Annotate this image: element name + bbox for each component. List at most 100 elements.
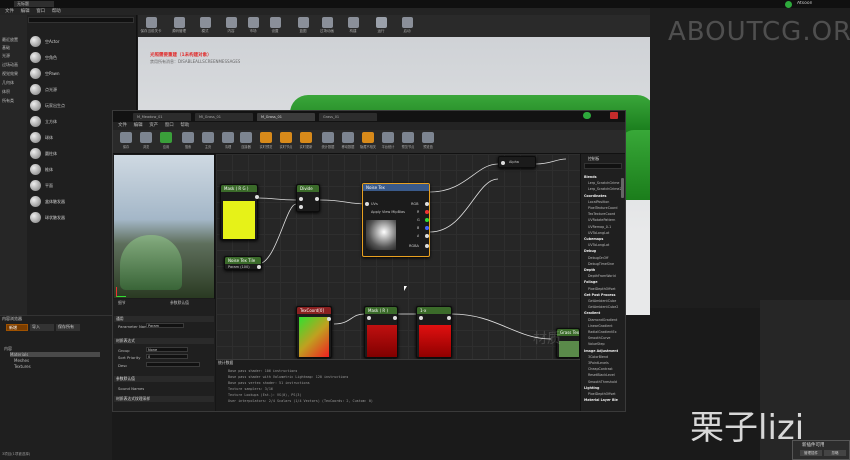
palette-search-input[interactable] [584,163,622,169]
mode-geometry[interactable]: 几何体 [2,80,14,86]
mobile-stats-button[interactable]: 移动数据 [338,132,358,152]
manage-plugins-button[interactable]: 管理插件 [800,450,822,456]
preview-values-button[interactable]: 预览值 [418,132,438,152]
palette-item[interactable]: UVRotatePattern [588,218,622,222]
palette-item[interactable]: DebugOnOff [588,256,622,260]
tree-item-materials[interactable]: Materials [10,352,100,357]
section-texture-sample[interactable]: 材质表达式纹理采样 [114,396,214,402]
palette-category[interactable]: Foliage [584,280,618,284]
input-pin[interactable] [501,161,505,165]
section-param-defaults[interactable]: 参数默认值 [114,376,214,382]
palette-category[interactable]: Blends [584,175,618,179]
details-title[interactable]: 细节 [118,300,126,306]
save-all-button[interactable]: 保存所有 [56,324,80,331]
clean-up-button[interactable]: 清理 [218,132,238,152]
palette-item[interactable]: SmoothThreshold [588,380,622,384]
modes-button[interactable]: 模式 [194,17,216,35]
palette-item[interactable]: DebugTimeSine [588,262,622,266]
palette-category[interactable]: Image Adjustment [584,349,618,353]
palette-item[interactable]: Lerp_ScratchGrime [588,181,622,185]
palette-item[interactable]: LocalPosition [588,200,622,204]
mode-volumes[interactable]: 体积 [2,89,10,95]
palette-category[interactable]: Lighting [584,386,618,390]
node-mask-rg[interactable]: Mask ( R G ) [220,184,259,240]
menu-asset[interactable]: 资产 [149,122,158,129]
mode-cinematic[interactable]: 过场动画 [2,62,18,68]
palette-item[interactable]: PixelDepthOffset [588,287,622,291]
search-button[interactable]: 搜索 [178,132,198,152]
a-output-pin[interactable] [425,234,429,238]
rgb-output-pin[interactable] [425,202,429,206]
mode-basic[interactable]: 基础 [2,45,10,51]
palette-item[interactable]: RadialGradientEx [588,330,622,334]
palette-category[interactable]: Depth [584,268,618,272]
live-nodes-button[interactable]: 实时节点 [276,132,296,152]
level-tab[interactable]: 无标题 [14,1,54,7]
palette-item[interactable]: Lerp_ScratchGrime2 [588,187,622,191]
palette-item[interactable]: DepthFromWorld [588,274,622,278]
tab-mi-grass[interactable]: MI_Grass_01 [195,113,253,121]
add-new-button[interactable]: 新增 [6,324,28,331]
palette-scrollbar[interactable] [621,178,624,198]
input-pin[interactable] [367,316,371,320]
sort-priority-field[interactable]: 0 [146,354,188,359]
cinematics-button[interactable]: 过场动画 [316,17,338,35]
uvs-input-pin[interactable] [365,202,369,206]
palette-item[interactable]: PixelDepthOffset [588,392,622,396]
place-item[interactable]: 空Pawn [29,67,134,80]
input-pin-b[interactable] [299,205,303,209]
output-pin[interactable] [315,197,319,201]
settings-button[interactable]: 设置 [264,17,286,35]
node-noise-tile-param[interactable]: Noise Tex Tile Param (100) [224,256,262,270]
output-pin[interactable] [393,316,397,320]
apply-button[interactable]: 应用 [156,132,176,152]
input-pin-a[interactable] [299,197,303,201]
palette-category[interactable]: Cubemaps [584,237,618,241]
g-output-pin[interactable] [425,218,429,222]
platform-stats-button[interactable]: 平台统计 [378,132,398,152]
mode-recent[interactable]: 最近放置 [2,37,18,43]
output-pin[interactable] [255,195,259,199]
rgba-output-pin[interactable] [425,244,429,248]
build-button[interactable]: 构建 [342,17,364,35]
browse-button[interactable]: 浏览 [136,132,156,152]
section-material-expression[interactable]: 材质表达式 [114,338,214,344]
tree-item-meshes[interactable]: Meshes [14,358,29,363]
place-search-input[interactable] [28,17,134,23]
palette-item[interactable]: PixelTextureCoord [588,206,622,210]
blueprint-button[interactable]: 蓝图 [292,17,314,35]
output-pin[interactable] [447,316,451,320]
marketplace-button[interactable]: 市场 [242,17,264,35]
play-button[interactable]: 运行 [370,17,392,35]
palette-tab[interactable]: 控制板 [588,156,599,162]
menu-edit[interactable]: 编辑 [21,8,30,15]
palette-item[interactable]: 3ColorBlend [588,355,622,359]
mode-all-classes[interactable]: 所有类 [2,98,14,104]
output-pin[interactable] [257,265,261,269]
place-item[interactable]: 点光源 [29,83,134,96]
palette-item[interactable]: ValueStep [588,342,622,346]
content-button[interactable]: 内容 [220,17,242,35]
save-level-button[interactable]: 保存当前关卡 [140,17,162,35]
node-mask-r[interactable]: Mask ( R ) [364,306,398,358]
palette-item[interactable]: UVToLongLat [588,231,622,235]
b-output-pin[interactable] [425,226,429,230]
mode-visual-fx[interactable]: 视觉效果 [2,71,18,77]
palette-item[interactable]: 3PointLevels [588,361,622,365]
output-pin[interactable] [327,317,331,321]
palette-item[interactable]: CheapContrast [588,367,622,371]
palette-category[interactable]: Get Post Process [584,293,618,297]
menu-file[interactable]: 文件 [118,122,127,129]
home-button[interactable]: 主页 [198,132,218,152]
palette-category[interactable]: Gradient [584,311,618,315]
node-noise-texture[interactable]: Noise Tex UVs Apply View MipBias RGB R G… [362,183,430,257]
param-name-field[interactable]: Param [146,323,184,328]
tab-m-meadow[interactable]: M_Meadow_01 [133,113,191,121]
menu-help[interactable]: 帮助 [52,8,61,15]
live-update-button[interactable]: 实时更新 [296,132,316,152]
palette-item[interactable]: GetAmbientCube2 [588,305,622,309]
palette-category[interactable]: Coordinates [584,194,618,198]
hide-unrelated-button[interactable]: 隐藏不相关 [358,132,378,152]
launch-button[interactable]: 启动 [396,17,418,35]
palette-item[interactable]: LinearGradient [588,324,622,328]
